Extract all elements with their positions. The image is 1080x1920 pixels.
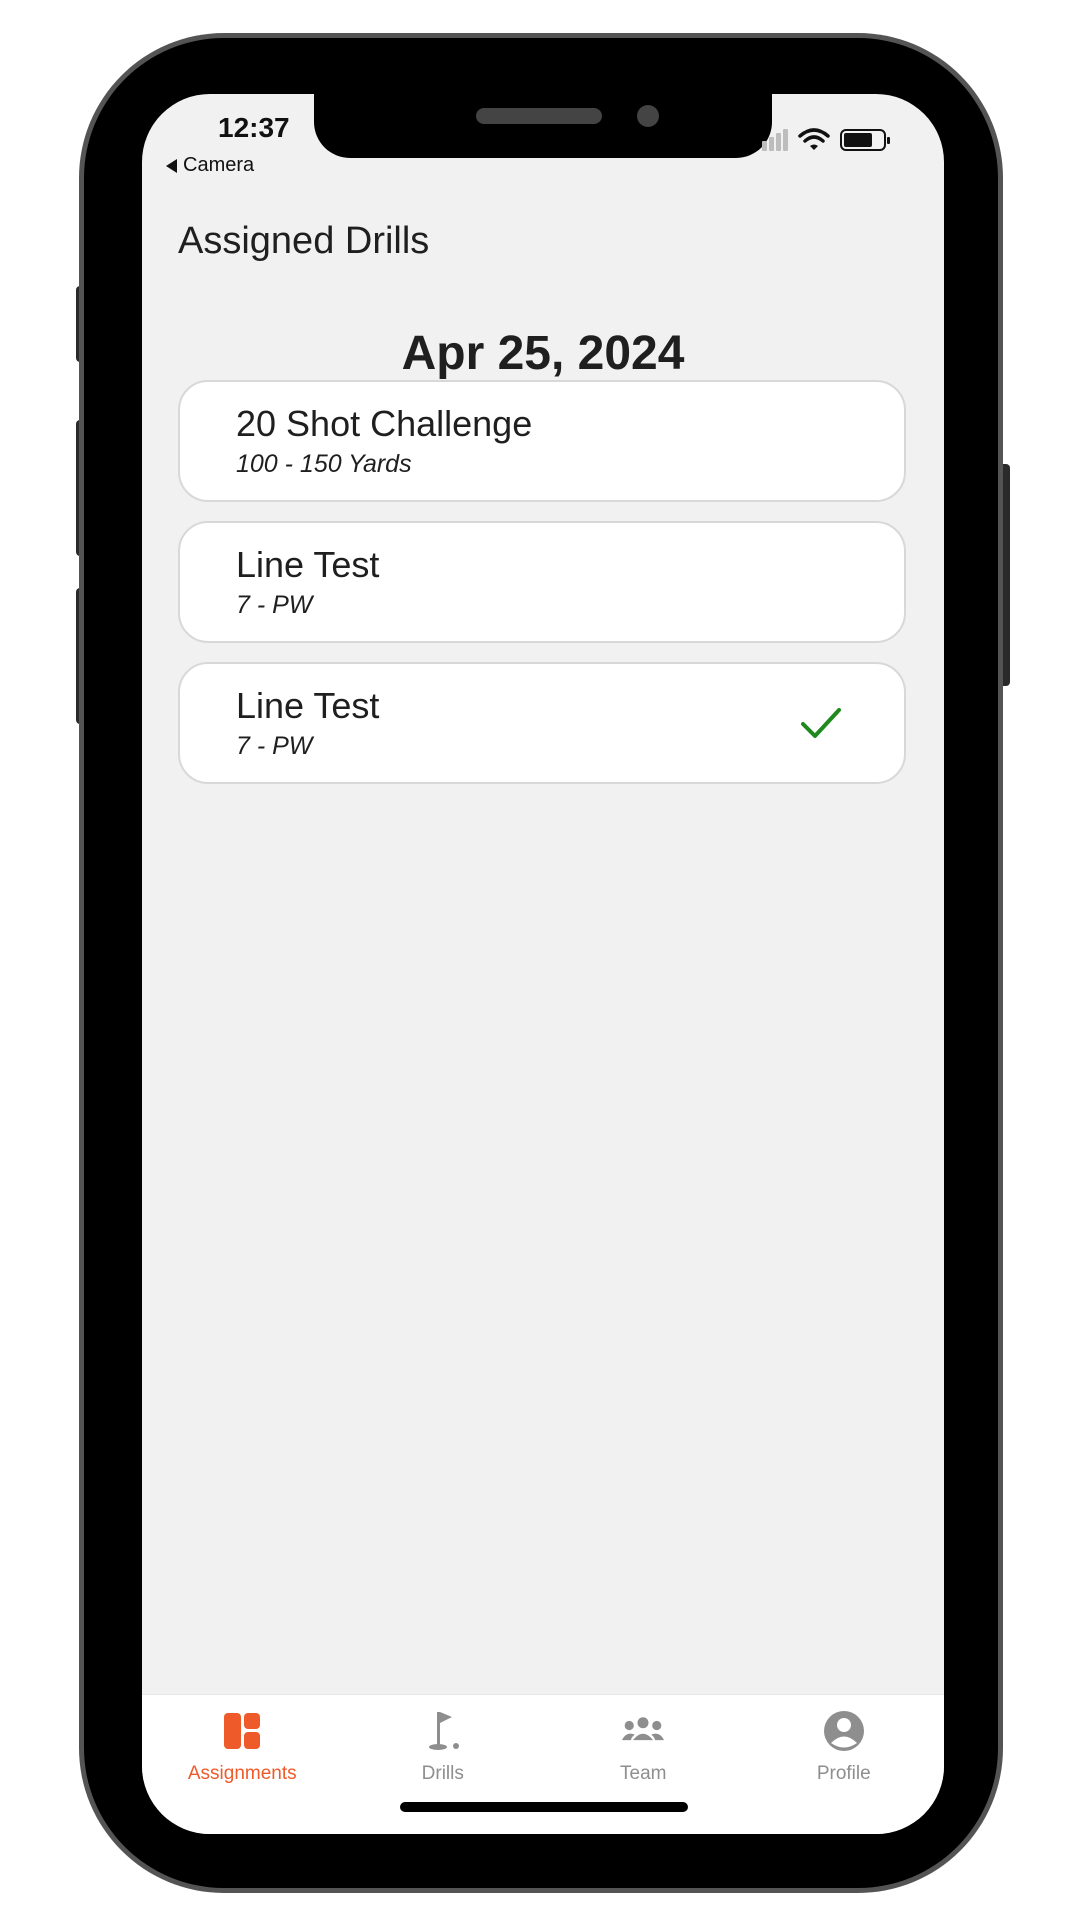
drill-title: 20 Shot Challenge — [236, 403, 533, 444]
team-icon — [621, 1709, 665, 1753]
back-arrow-icon — [166, 158, 177, 173]
speaker-grille — [476, 108, 602, 124]
back-label: Camera — [183, 154, 255, 176]
profile-icon — [822, 1709, 866, 1753]
front-camera — [637, 105, 659, 127]
drill-card[interactable]: 20 Shot Challenge 100 - 150 Yards — [178, 380, 906, 502]
page-title: Assigned Drills — [178, 220, 430, 262]
assignments-icon — [220, 1709, 264, 1753]
wifi-icon — [798, 128, 830, 150]
tab-team[interactable]: Team — [543, 1695, 744, 1834]
tab-label: Assignments — [187, 1763, 297, 1784]
tab-label: Team — [620, 1763, 667, 1784]
drill-title: Line Test — [236, 544, 380, 585]
golf-flag-icon — [421, 1709, 465, 1753]
power-button — [996, 464, 1010, 686]
status-indicators — [762, 128, 892, 152]
home-indicator[interactable] — [400, 1802, 688, 1812]
drill-card[interactable]: Line Test 7 - PW — [178, 521, 906, 643]
drill-card[interactable]: Line Test 7 - PW — [178, 662, 906, 784]
phone-screen: 12:37 Camera Assigned Drills Apr 25, 202… — [142, 94, 944, 1834]
drill-subtitle: 100 - 150 Yards — [236, 450, 412, 478]
tab-drills[interactable]: Drills — [343, 1695, 544, 1834]
tab-bar: Assignments Drills Team Profile — [142, 1694, 944, 1834]
drill-list: 20 Shot Challenge 100 - 150 Yards Line T… — [178, 380, 906, 803]
checkmark-icon — [801, 708, 841, 738]
cellular-signal-icon — [762, 129, 788, 151]
date-group-header: Apr 25, 2024 — [401, 327, 685, 380]
tab-label: Profile — [816, 1763, 871, 1784]
notch — [314, 94, 772, 158]
battery-icon — [840, 129, 890, 151]
drill-subtitle: 7 - PW — [236, 591, 313, 619]
back-to-camera-link[interactable]: Camera — [166, 154, 254, 177]
tab-label: Drills — [421, 1763, 464, 1784]
status-time: 12:37 — [218, 112, 290, 143]
tab-profile[interactable]: Profile — [744, 1695, 945, 1834]
tab-assignments[interactable]: Assignments — [142, 1695, 343, 1834]
